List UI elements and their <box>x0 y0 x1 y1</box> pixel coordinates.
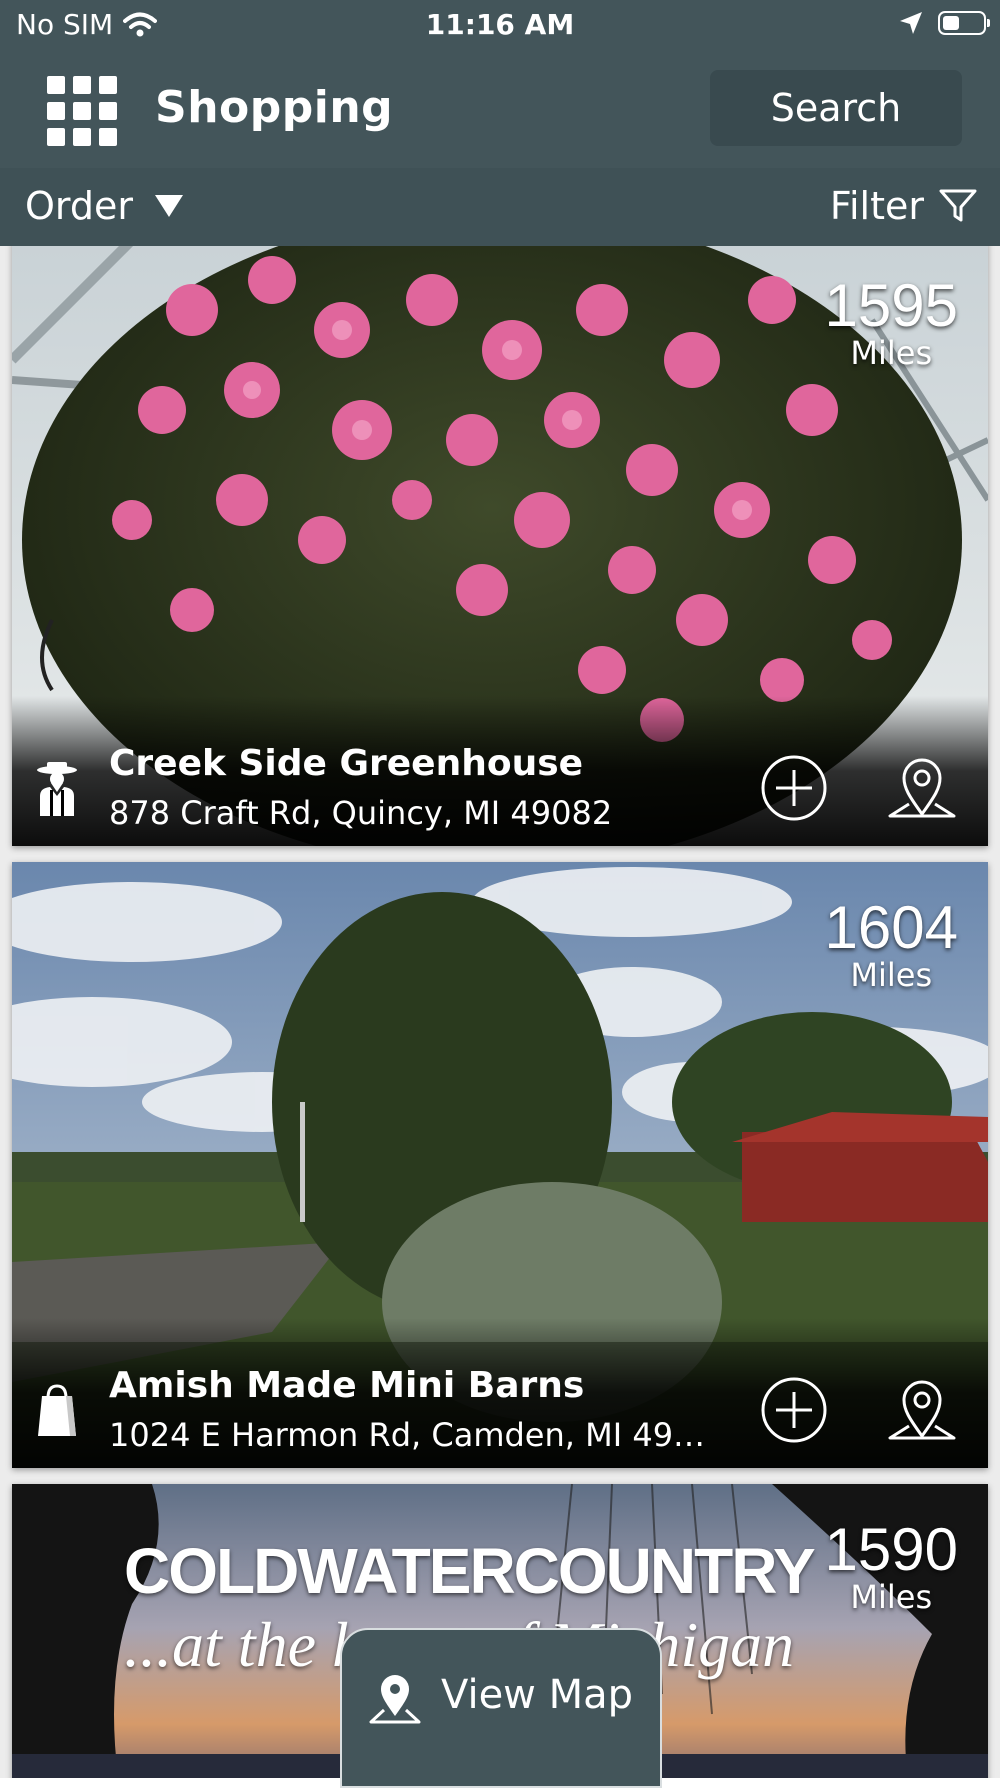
listing-info-bar: Amish Made Mini Barns 1024 E Harmon Rd, … <box>12 1318 988 1468</box>
distance-value: 1604 <box>824 894 958 961</box>
amish-person-icon <box>37 762 77 816</box>
listing-card[interactable]: 1595 Miles Creek Side Greenhouse 878 Cra… <box>12 246 988 846</box>
add-circle-icon[interactable] <box>760 754 828 822</box>
listing-scroll-area[interactable]: 1595 Miles Creek Side Greenhouse 878 Cra… <box>0 246 1000 1778</box>
location-arrow-icon <box>900 12 922 34</box>
order-label: Order <box>25 184 133 228</box>
view-map-button[interactable]: View Map <box>340 1628 662 1788</box>
status-bar: No SIM 11:16 AM <box>0 0 1000 52</box>
listing-name: Creek Side Greenhouse <box>109 743 584 784</box>
filter-funnel-icon <box>939 189 977 222</box>
listing-address: 878 Craft Rd, Quincy, MI 49082 <box>109 794 613 832</box>
banner-text-1: COLDWATERCOUNTRY <box>124 1535 816 1607</box>
search-button[interactable]: Search <box>710 70 962 146</box>
status-indicators <box>898 10 990 36</box>
listing-info-bar: Creek Side Greenhouse 878 Craft Rd, Quin… <box>12 696 988 846</box>
distance-badge: 1595 Miles <box>824 272 958 372</box>
distance-unit: Miles <box>850 334 933 372</box>
filter-button[interactable]: Filter <box>830 184 978 228</box>
map-pin-icon <box>369 1675 421 1724</box>
shopping-bag-icon <box>38 1384 76 1436</box>
listing-name: Amish Made Mini Barns <box>109 1365 585 1406</box>
distance-value: 1590 <box>824 1516 958 1583</box>
view-map-label: View Map <box>440 1672 634 1718</box>
order-button[interactable]: Order <box>25 184 183 228</box>
app-header: Shopping Search <box>0 52 1000 168</box>
page-title: Shopping <box>155 82 394 133</box>
distance-unit: Miles <box>850 956 933 994</box>
listing-address: 1024 E Harmon Rd, Camden, MI 492... <box>109 1416 709 1454</box>
filter-label: Filter <box>829 184 924 228</box>
map-pin-icon[interactable] <box>887 754 957 824</box>
listing-card[interactable]: 1604 Miles Amish Made Mini Barns 1024 E … <box>12 862 988 1468</box>
distance-badge: 1604 Miles <box>824 894 958 994</box>
distance-unit: Miles <box>850 1578 933 1616</box>
distance-value: 1595 <box>824 272 958 339</box>
caret-down-icon <box>155 195 183 217</box>
map-pin-icon[interactable] <box>887 1376 957 1446</box>
distance-badge: 1590 Miles <box>824 1516 958 1616</box>
clock: 11:16 AM <box>425 8 575 41</box>
add-circle-icon[interactable] <box>760 1376 828 1444</box>
search-button-label: Search <box>770 86 902 130</box>
grid-menu-icon[interactable] <box>47 76 117 146</box>
sort-filter-toolbar: Order Filter <box>0 168 1000 246</box>
battery-icon <box>938 11 990 35</box>
